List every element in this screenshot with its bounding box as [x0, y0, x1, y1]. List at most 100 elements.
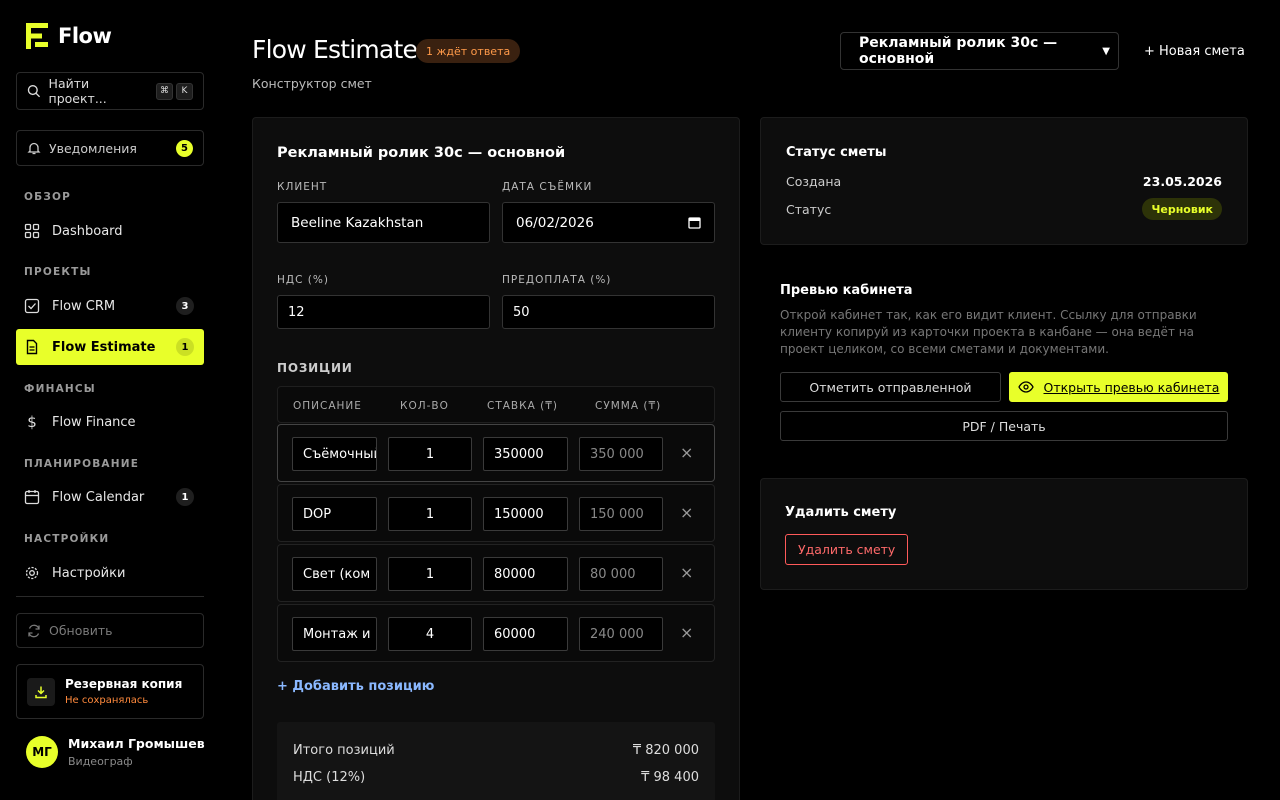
notifications-count: 5 — [176, 139, 193, 157]
row-quantity[interactable]: 4 — [388, 617, 472, 651]
k-key: K — [176, 82, 193, 100]
sidebar-item-dashboard[interactable]: Dashboard — [16, 213, 204, 249]
sidebar-item-crm[interactable]: Flow CRM 3 — [16, 288, 204, 324]
sidebar-item-label: Dashboard — [52, 223, 123, 239]
notifications-label: Уведомления — [49, 140, 137, 156]
table-row: Съёмочный 1 350000 350 000 × — [277, 424, 715, 482]
bell-icon — [27, 142, 41, 155]
command-key: ⌘ — [156, 82, 173, 100]
prepay-label: ПРЕДОПЛАТА (%) — [502, 274, 612, 286]
client-value: Beeline Kazakhstan — [291, 214, 424, 231]
calendar-icon[interactable] — [688, 216, 701, 229]
backup-panel[interactable]: Резервная копия Не сохранялась — [16, 664, 204, 719]
document-icon — [26, 339, 38, 355]
created-label: Создана — [786, 174, 842, 189]
positions-label: ПОЗИЦИИ — [277, 361, 353, 375]
estimate-select[interactable]: Рекламный ролик 30с — основной ▼ — [840, 32, 1119, 70]
sidebar-item-label: Flow Calendar — [52, 489, 145, 505]
sidebar-item-settings[interactable]: Настройки — [16, 555, 204, 591]
crm-count: 3 — [176, 297, 194, 315]
new-estimate-button[interactable]: + Новая смета — [1138, 32, 1251, 70]
remove-row-icon[interactable]: × — [680, 503, 693, 522]
row-sum: 350 000 — [579, 437, 663, 471]
sidebar-item-estimate[interactable]: Flow Estimate 1 — [16, 329, 204, 365]
row-rate[interactable]: 350000 — [483, 437, 568, 471]
sidebar-divider — [16, 596, 204, 597]
section-settings: НАСТРОЙКИ — [24, 533, 110, 545]
pdf-print-button[interactable]: PDF / Печать — [780, 411, 1228, 441]
row-rate[interactable]: 60000 — [483, 617, 568, 651]
app-logo[interactable]: Flow — [26, 23, 112, 49]
user-profile[interactable]: МГ Михаил Громышев Видеограф — [26, 736, 205, 768]
open-preview-button[interactable]: Открыть превью кабинета — [1009, 372, 1228, 402]
refresh-button[interactable]: Обновить — [16, 613, 204, 648]
avatar: МГ — [26, 736, 58, 768]
user-name: Михаил Громышев — [68, 736, 205, 751]
estimate-select-value: Рекламный ролик 30с — основной — [859, 35, 1058, 67]
grid-icon — [24, 223, 40, 239]
remove-row-icon[interactable]: × — [680, 443, 693, 462]
shoot-date-label: ДАТА СЪЁМКИ — [502, 181, 593, 193]
pending-badge: 1 ждёт ответа — [416, 39, 521, 63]
search-placeholder: Найти проект... — [48, 76, 107, 106]
search-input[interactable]: Найти проект... ⌘ K — [16, 72, 204, 110]
client-field[interactable]: Beeline Kazakhstan — [277, 202, 490, 243]
estimate-editor-card: Рекламный ролик 30с — основной КЛИЕНТ Be… — [252, 117, 740, 800]
row-description[interactable]: Свет (ком — [292, 557, 377, 591]
col-quantity: КОЛ-ВО — [400, 400, 449, 412]
row-quantity[interactable]: 1 — [388, 497, 472, 531]
table-row: Свет (ком 1 80000 80 000 × — [277, 544, 715, 602]
row-quantity[interactable]: 1 — [388, 557, 472, 591]
vat-label: НДС (%) — [277, 274, 329, 286]
total-items-value: ₸ 820 000 — [632, 743, 699, 758]
row-description[interactable]: Монтаж и — [292, 617, 377, 651]
notifications-button[interactable]: Уведомления 5 — [16, 130, 204, 166]
estimate-title: Рекламный ролик 30с — основной — [277, 145, 566, 161]
search-shortcut: ⌘ K — [156, 82, 193, 100]
row-description[interactable]: DOP — [292, 497, 377, 531]
row-quantity[interactable]: 1 — [388, 437, 472, 471]
created-value: 23.05.2026 — [1142, 174, 1222, 189]
table-row: Монтаж и 4 60000 240 000 × — [277, 604, 715, 662]
delete-estimate-button[interactable]: Удалить смету — [785, 534, 909, 565]
status-card-title: Статус сметы — [786, 145, 887, 160]
remove-row-icon[interactable]: × — [680, 623, 693, 642]
estimate-count: 1 — [176, 338, 194, 356]
sidebar-item-label: Flow Estimate — [52, 339, 156, 355]
status-row: Статус Черновик — [786, 198, 1222, 220]
backup-title: Резервная копия — [65, 677, 183, 691]
row-sum: 80 000 — [579, 557, 663, 591]
search-icon — [27, 85, 41, 98]
total-vat-row: НДС (12%) ₸ 98 400 — [293, 770, 699, 785]
sidebar-item-finance[interactable]: $ Flow Finance — [16, 404, 204, 440]
sidebar: Flow Найти проект... ⌘ K Уведомления 5 О… — [0, 0, 220, 800]
mark-sent-button[interactable]: Отметить отправленной — [780, 372, 1001, 402]
client-label: КЛИЕНТ — [277, 181, 328, 193]
calendar-icon — [24, 490, 40, 505]
chevron-down-icon: ▼ — [1102, 45, 1110, 57]
add-position-button[interactable]: + Добавить позицию — [277, 679, 434, 694]
created-row: Создана 23.05.2026 — [786, 174, 1222, 189]
shoot-date-value: 06/02/2026 — [516, 214, 594, 231]
app-name: Flow — [58, 24, 112, 48]
checkbox-icon — [24, 298, 40, 314]
page-title: Flow Estimate — [252, 35, 418, 64]
section-finance: ФИНАНСЫ — [24, 383, 96, 395]
row-description[interactable]: Съёмочный — [292, 437, 377, 471]
total-items-label: Итого позиций — [293, 743, 395, 758]
row-sum: 240 000 — [579, 617, 663, 651]
total-items-row: Итого позиций ₸ 820 000 — [293, 743, 699, 758]
calendar-count: 1 — [176, 488, 194, 506]
sidebar-item-calendar[interactable]: Flow Calendar 1 — [16, 479, 204, 515]
vat-field[interactable]: 12 — [277, 295, 490, 329]
prepay-field[interactable]: 50 — [502, 295, 715, 329]
row-rate[interactable]: 80000 — [483, 557, 568, 591]
row-rate[interactable]: 150000 — [483, 497, 568, 531]
eye-icon — [1017, 381, 1034, 393]
total-vat-value: ₸ 98 400 — [641, 770, 699, 785]
remove-row-icon[interactable]: × — [680, 563, 693, 582]
section-planning: ПЛАНИРОВАНИЕ — [24, 458, 140, 470]
backup-status: Не сохранялась — [65, 695, 149, 706]
shoot-date-field[interactable]: 06/02/2026 — [502, 202, 715, 243]
section-projects: ПРОЕКТЫ — [24, 266, 92, 278]
